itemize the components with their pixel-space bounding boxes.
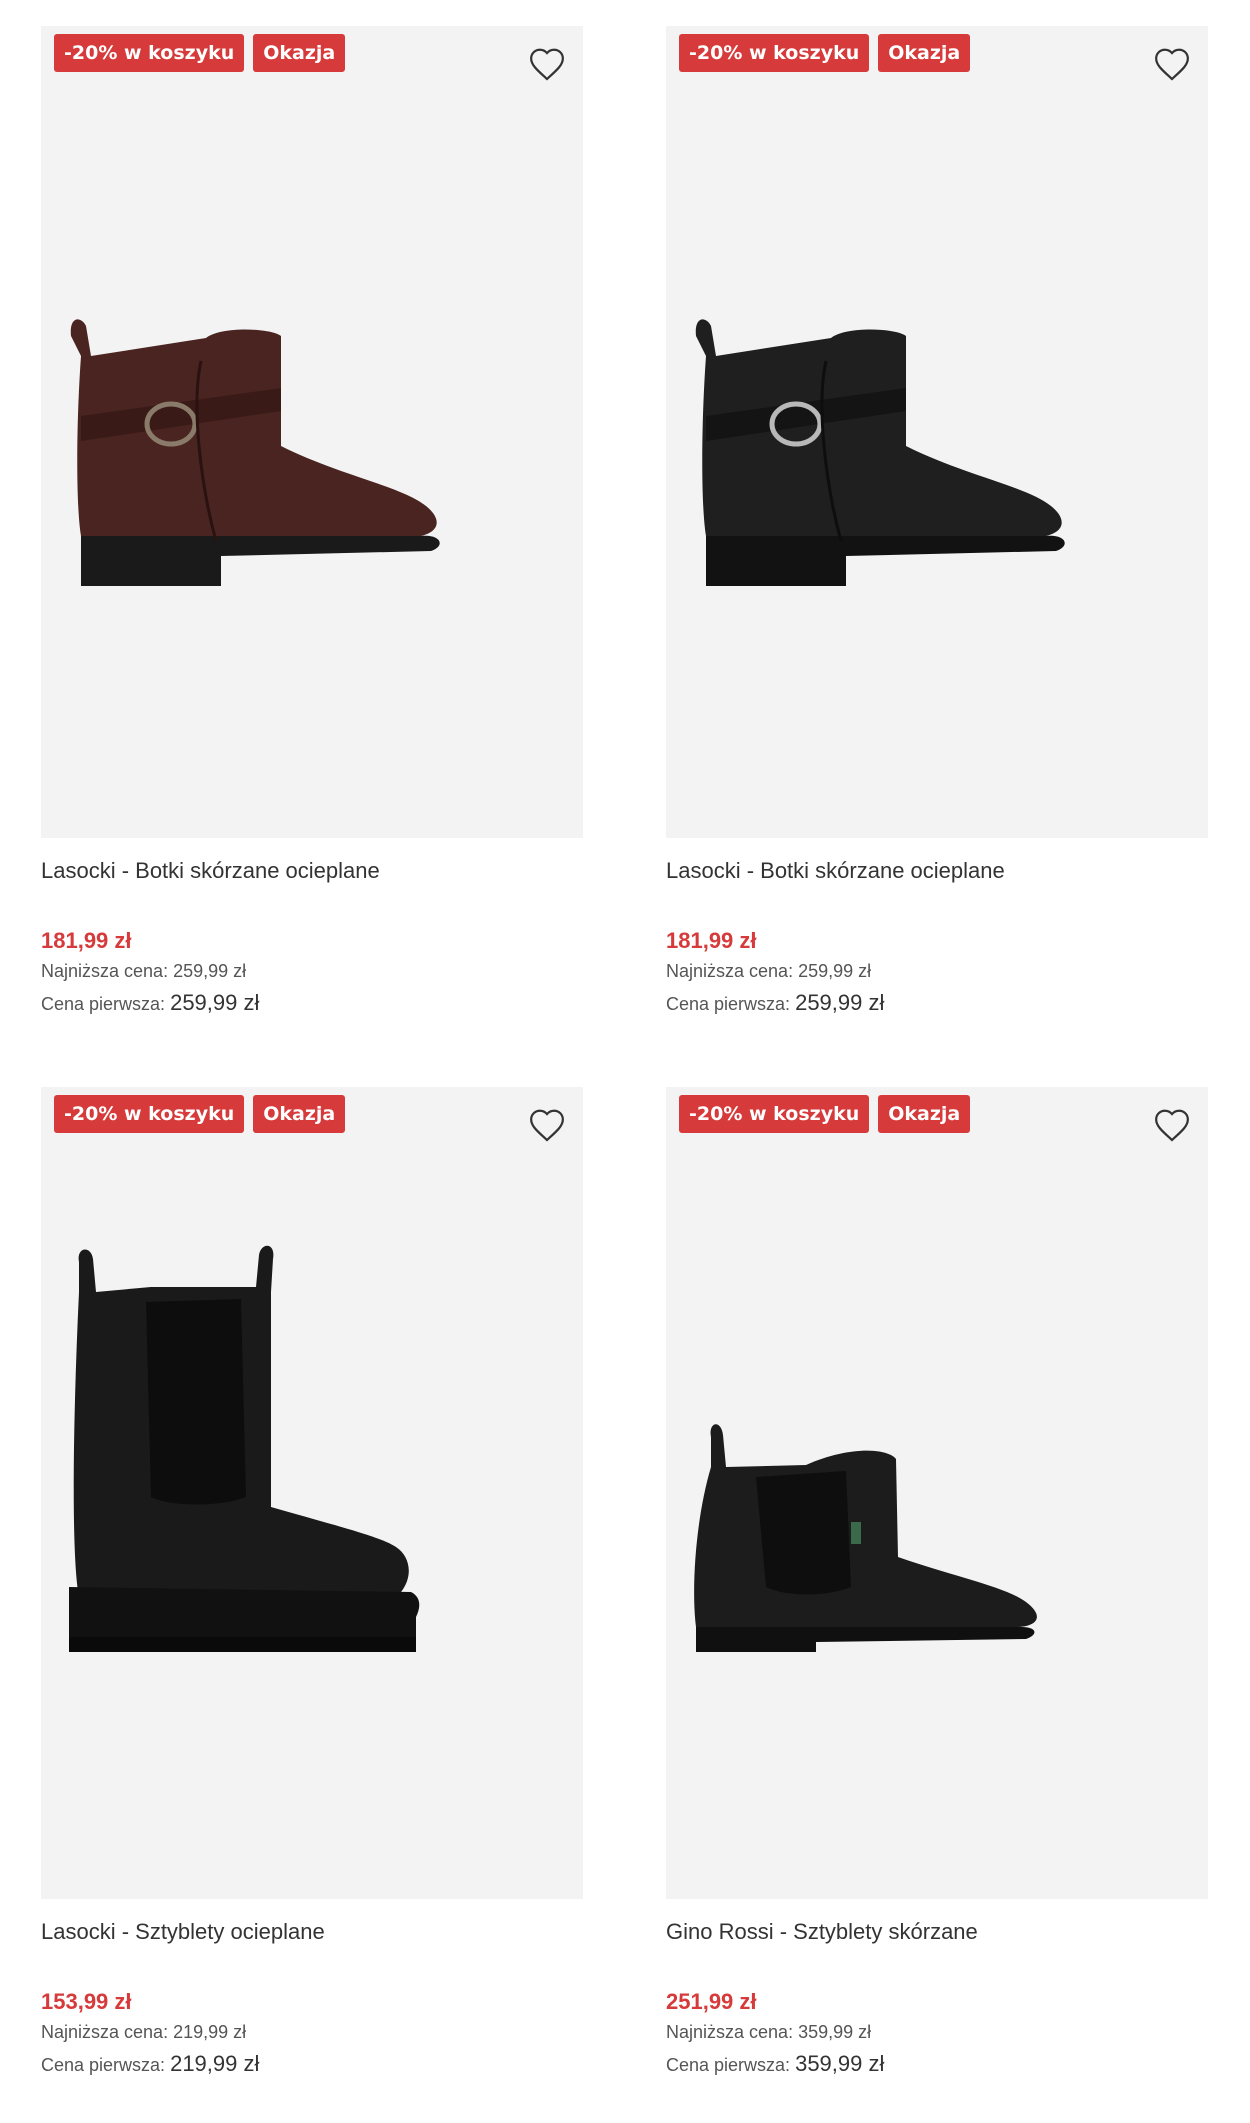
first-price-value: 219,99 zł xyxy=(170,2051,260,2076)
lowest-price-label: Najniższa cena: xyxy=(666,2022,794,2042)
product-image-area[interactable]: -20% w koszyku Okazja xyxy=(666,26,1208,838)
product-title[interactable]: Lasocki - Botki skórzane ocieplane xyxy=(666,856,1208,896)
lowest-price-label: Najniższa cena: xyxy=(666,961,794,981)
product-price: 181,99 zł xyxy=(41,928,132,953)
product-image xyxy=(70,319,440,586)
discount-badge: -20% w koszyku xyxy=(679,1095,870,1133)
first-price-label: Cena pierwsza: xyxy=(41,2055,166,2075)
lowest-price-label: Najniższa cena: xyxy=(41,961,169,981)
favorite-button[interactable] xyxy=(1152,44,1192,84)
favorite-button[interactable] xyxy=(527,44,567,84)
product-grid: -20% w koszyku Okazja Lasocki - Botki sk… xyxy=(0,0,1250,2123)
deal-badge: Okazja xyxy=(878,34,971,72)
product-image-area[interactable]: -20% w koszyku Okazja xyxy=(41,26,583,838)
heart-outline-icon xyxy=(530,1109,564,1142)
badge-group: -20% w koszyku Okazja xyxy=(679,1095,971,1133)
discount-badge: -20% w koszyku xyxy=(54,1095,245,1133)
badge-group: -20% w koszyku Okazja xyxy=(54,1095,346,1133)
first-price-label: Cena pierwsza: xyxy=(666,2055,791,2075)
product-price: 153,99 zł xyxy=(41,1989,132,2014)
favorite-button[interactable] xyxy=(527,1105,567,1145)
deal-badge: Okazja xyxy=(253,1095,346,1133)
discount-badge: -20% w koszyku xyxy=(54,34,245,72)
lowest-price-value: 359,99 zł xyxy=(798,2022,872,2042)
first-price-value: 259,99 zł xyxy=(170,990,260,1015)
product-image xyxy=(69,1245,420,1652)
lowest-price-label: Najniższa cena: xyxy=(41,2022,169,2042)
first-price-row: Cena pierwsza: 259,99 zł xyxy=(666,987,1208,1020)
first-price-row: Cena pierwsza: 219,99 zł xyxy=(41,2048,583,2081)
product-title[interactable]: Lasocki - Sztyblety ocieplane xyxy=(41,1917,583,1957)
lowest-price-value: 219,99 zł xyxy=(173,2022,247,2042)
heart-outline-icon xyxy=(530,48,564,81)
product-image-area[interactable]: -20% w koszyku Okazja xyxy=(41,1087,583,1899)
product-card[interactable]: -20% w koszyku Okazja Gino Rossi - Sztyb… xyxy=(666,1087,1208,2081)
first-price-row: Cena pierwsza: 359,99 zł xyxy=(666,2048,1208,2081)
first-price-label: Cena pierwsza: xyxy=(41,994,166,1014)
product-title[interactable]: Lasocki - Botki skórzane ocieplane xyxy=(41,856,583,896)
heart-outline-icon xyxy=(1155,48,1189,81)
badge-group: -20% w koszyku Okazja xyxy=(54,34,346,72)
deal-badge: Okazja xyxy=(878,1095,971,1133)
product-image xyxy=(695,319,1065,586)
first-price-value: 259,99 zł xyxy=(795,990,885,1015)
product-card[interactable]: -20% w koszyku Okazja Lasocki - Sztyblet… xyxy=(41,1087,583,2081)
favorite-button[interactable] xyxy=(1152,1105,1192,1145)
first-price-label: Cena pierwsza: xyxy=(666,994,791,1014)
lowest-price-row: Najniższa cena: 359,99 zł xyxy=(666,2017,1208,2048)
first-price-value: 359,99 zł xyxy=(795,2051,885,2076)
product-price: 181,99 zł xyxy=(666,928,757,953)
product-card[interactable]: -20% w koszyku Okazja Lasocki - Botki sk… xyxy=(41,26,583,1020)
lowest-price-row: Najniższa cena: 259,99 zł xyxy=(666,956,1208,987)
deal-badge: Okazja xyxy=(253,34,346,72)
heart-outline-icon xyxy=(1155,1109,1189,1142)
product-image xyxy=(694,1424,1037,1652)
product-price: 251,99 zł xyxy=(666,1989,757,2014)
lowest-price-row: Najniższa cena: 259,99 zł xyxy=(41,956,583,987)
lowest-price-value: 259,99 zł xyxy=(173,961,247,981)
badge-group: -20% w koszyku Okazja xyxy=(679,34,971,72)
product-card[interactable]: -20% w koszyku Okazja Lasocki - Botki sk… xyxy=(666,26,1208,1020)
lowest-price-row: Najniższa cena: 219,99 zł xyxy=(41,2017,583,2048)
discount-badge: -20% w koszyku xyxy=(679,34,870,72)
product-title[interactable]: Gino Rossi - Sztyblety skórzane xyxy=(666,1917,1208,1957)
product-image-area[interactable]: -20% w koszyku Okazja xyxy=(666,1087,1208,1899)
lowest-price-value: 259,99 zł xyxy=(798,961,872,981)
first-price-row: Cena pierwsza: 259,99 zł xyxy=(41,987,583,1020)
